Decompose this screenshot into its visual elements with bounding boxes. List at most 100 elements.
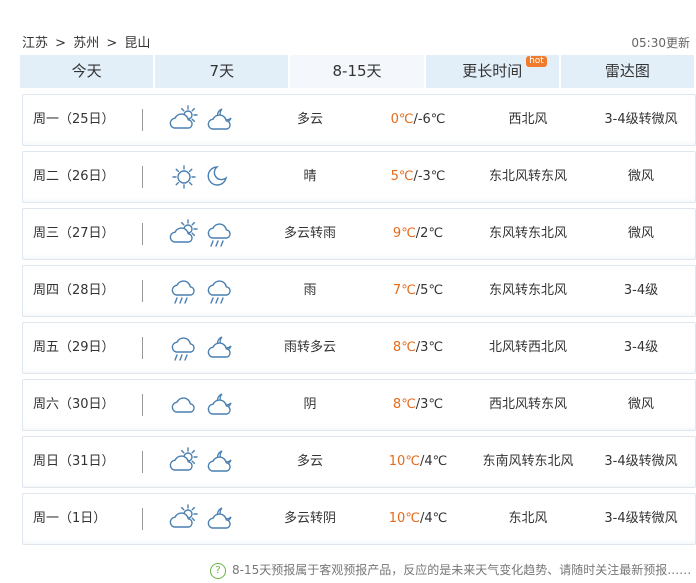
partly-cloudy-day-icon — [169, 105, 199, 135]
hot-badge: hot — [526, 56, 547, 67]
forecast-row[interactable]: 周一（1日） 多云转阴 10℃/4℃ 东北风 3-4级转微风 — [22, 493, 696, 545]
temperature-low: /4℃ — [419, 511, 448, 526]
weather-description: 多云转雨 — [283, 226, 336, 241]
rain-icon — [205, 219, 235, 249]
temperature: 9℃/2℃ — [378, 209, 458, 259]
wind-level: 3-4级转微风 — [604, 112, 678, 127]
tab-label: 更长时间 — [462, 62, 523, 80]
partly-cloudy-night-icon — [205, 447, 235, 477]
day-date: 周日（31日） — [33, 454, 115, 469]
wind-direction: 东北风转东风 — [488, 169, 567, 184]
tab-8-15-days[interactable]: 8-15天 — [290, 55, 426, 88]
tab-label: 7天 — [209, 62, 235, 80]
temperature-low: /-3℃ — [413, 169, 446, 184]
temperature-low: /4℃ — [419, 454, 448, 469]
tab-7-days[interactable]: 7天 — [155, 55, 291, 88]
day-date: 周二（26日） — [33, 169, 115, 184]
temperature: 7℃/5℃ — [378, 266, 458, 316]
day-date: 周一（1日） — [33, 511, 107, 526]
divider — [142, 280, 143, 302]
forecast-row[interactable]: 周六（30日） 阴 8℃/3℃ 西北风转东风 微风 — [22, 379, 696, 431]
wind-direction: 东风转东北风 — [488, 283, 567, 298]
weather-description: 雨 — [303, 283, 317, 298]
tab-radar[interactable]: 雷达图 — [560, 55, 696, 88]
divider — [142, 337, 143, 359]
temperature-high: 8℃ — [392, 340, 416, 355]
temperature-low: /3℃ — [415, 340, 444, 355]
temperature: 5℃/-3℃ — [378, 152, 458, 202]
wind-direction: 西北风 — [508, 112, 548, 127]
partly-cloudy-night-icon — [205, 333, 235, 363]
temperature-high: 10℃ — [388, 454, 420, 469]
breadcrumb-separator: > — [55, 36, 67, 51]
weather-description: 多云 — [296, 454, 323, 469]
weather-description: 雨转多云 — [283, 340, 336, 355]
wind-level: 3-4级 — [623, 340, 659, 355]
partly-cloudy-night-icon — [205, 105, 235, 135]
temperature-high: 8℃ — [392, 397, 416, 412]
wind-direction: 东南风转东北风 — [482, 454, 574, 469]
temperature-low: /5℃ — [415, 283, 444, 298]
forecast-row[interactable]: 周日（31日） 多云 10℃/4℃ 东南风转东北风 3-4级转微风 — [22, 436, 696, 488]
wind-level: 3-4级转微风 — [604, 454, 678, 469]
divider — [142, 394, 143, 416]
temperature-low: /3℃ — [415, 397, 444, 412]
wind-direction: 西北风转东风 — [488, 397, 567, 412]
tab-today[interactable]: 今天 — [20, 55, 156, 88]
day-date: 周六（30日） — [33, 397, 115, 412]
partly-cloudy-day-icon — [169, 447, 199, 477]
cloudy-icon — [169, 390, 199, 420]
breadcrumb-province[interactable]: 江苏 — [22, 36, 48, 51]
temperature-high: 7℃ — [392, 283, 416, 298]
temperature-low: /2℃ — [415, 226, 444, 241]
forecast-row[interactable]: 周二（26日） 晴 5℃/-3℃ 东北风转东风 微风 — [22, 151, 696, 203]
breadcrumb: 江苏 > 苏州 > 昆山 — [22, 32, 153, 51]
footer-note-text: 8-15天预报属于客观预报产品，反应的是未来天气变化趋势、请随时关注最新预报…… — [232, 563, 692, 577]
weather-description: 多云转阴 — [283, 511, 336, 526]
forecast-row[interactable]: 周一（25日） 多云 0℃/-6℃ 西北风 3-4级转微风 — [22, 94, 696, 146]
footer-note: ? 8-15天预报属于客观预报产品，反应的是未来天气变化趋势、请随时关注最新预报…… — [210, 561, 691, 579]
temperature-high: 5℃ — [390, 169, 414, 184]
divider — [142, 451, 143, 473]
temperature: 10℃/4℃ — [378, 494, 458, 544]
wind-direction: 北风转西北风 — [488, 340, 567, 355]
moon-icon — [205, 162, 235, 192]
temperature-high: 9℃ — [392, 226, 416, 241]
breadcrumb-city[interactable]: 苏州 — [73, 36, 99, 51]
forecast-list: 周一（25日） 多云 0℃/-6℃ 西北风 3-4级转微风 周二（26日） 晴 … — [22, 94, 696, 550]
divider — [142, 223, 143, 245]
rain-icon — [169, 333, 199, 363]
forecast-row[interactable]: 周三（27日） 多云转雨 9℃/2℃ 东风转东北风 微风 — [22, 208, 696, 260]
wind-level: 微风 — [627, 169, 654, 184]
divider — [142, 109, 143, 131]
temperature-high: 10℃ — [388, 511, 420, 526]
rain-icon — [205, 276, 235, 306]
temperature: 8℃/3℃ — [378, 380, 458, 430]
partly-cloudy-day-icon — [169, 219, 199, 249]
day-date: 周五（29日） — [33, 340, 115, 355]
divider — [142, 508, 143, 530]
temperature-high: 0℃ — [390, 112, 414, 127]
forecast-row[interactable]: 周四（28日） 雨 7℃/5℃ 东风转东北风 3-4级 — [22, 265, 696, 317]
forecast-row[interactable]: 周五（29日） 雨转多云 8℃/3℃ 北风转西北风 3-4级 — [22, 322, 696, 374]
weather-description: 多云 — [296, 112, 323, 127]
wind-direction: 东北风 — [508, 511, 548, 526]
partly-cloudy-night-icon — [205, 390, 235, 420]
wind-level: 3-4级转微风 — [604, 511, 678, 526]
partly-cloudy-day-icon — [169, 504, 199, 534]
day-date: 周一（25日） — [33, 112, 115, 127]
help-icon[interactable]: ? — [210, 562, 226, 579]
wind-direction: 东风转东北风 — [488, 226, 567, 241]
wind-level: 微风 — [627, 226, 654, 241]
temperature: 0℃/-6℃ — [378, 95, 458, 145]
weather-description: 晴 — [303, 169, 317, 184]
wind-level: 微风 — [627, 397, 654, 412]
tab-longer-time[interactable]: 更长时间 hot — [425, 55, 561, 88]
update-time: 05:30更新 — [631, 36, 690, 50]
rain-icon — [169, 276, 199, 306]
partly-cloudy-night-icon — [205, 504, 235, 534]
breadcrumb-separator: > — [106, 36, 118, 51]
temperature: 8℃/3℃ — [378, 323, 458, 373]
wind-level: 3-4级 — [623, 283, 659, 298]
temperature: 10℃/4℃ — [378, 437, 458, 487]
